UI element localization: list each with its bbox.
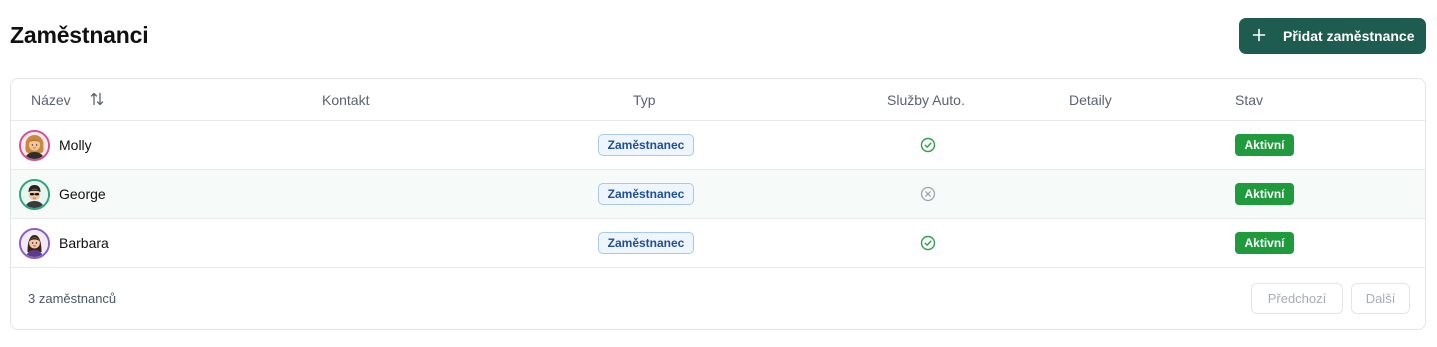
table-row[interactable]: Barbara Zaměstnanec Aktivní xyxy=(11,219,1425,268)
type-badge: Zaměstnanec xyxy=(598,232,694,254)
avatar-molly-icon xyxy=(21,132,48,159)
avatar xyxy=(19,179,50,210)
x-circle-icon xyxy=(920,186,936,202)
column-type: Typ xyxy=(633,92,656,108)
table-row[interactable]: George Zaměstnanec Aktivní xyxy=(11,170,1425,219)
status-badge: Aktivní xyxy=(1235,134,1294,156)
check-circle-icon xyxy=(920,235,936,251)
employee-count: 3 zaměstnanců xyxy=(28,291,117,306)
sort-arrows-icon[interactable] xyxy=(89,91,105,107)
column-name[interactable]: Název xyxy=(31,92,71,108)
employee-name[interactable]: Molly xyxy=(59,137,92,153)
column-status: Stav xyxy=(1235,92,1264,108)
column-details: Detaily xyxy=(1069,92,1112,108)
table-header: Název Kontakt Typ Služby Auto. Detaily S… xyxy=(11,79,1425,121)
table-row[interactable]: Molly Zaměstnanec Aktivní xyxy=(11,121,1425,170)
avatar xyxy=(19,130,50,161)
add-employee-label: Přidat zaměstnance xyxy=(1283,28,1415,44)
next-page-button[interactable]: Další xyxy=(1351,283,1410,314)
status-badge: Aktivní xyxy=(1235,183,1294,205)
employee-name[interactable]: Barbara xyxy=(59,235,109,251)
employees-table: Název Kontakt Typ Služby Auto. Detaily S… xyxy=(10,78,1426,330)
status-badge: Aktivní xyxy=(1235,232,1294,254)
type-badge: Zaměstnanec xyxy=(598,134,694,156)
page-title: Zaměstnanci xyxy=(10,22,149,48)
column-services-auto: Služby Auto. xyxy=(887,92,965,108)
employee-name[interactable]: George xyxy=(59,186,106,202)
avatar xyxy=(19,228,50,259)
avatar-barbara-icon xyxy=(21,230,48,257)
plus-icon xyxy=(1252,28,1266,42)
add-employee-button[interactable]: Přidat zaměstnance xyxy=(1239,18,1426,54)
previous-page-button[interactable]: Předchozí xyxy=(1251,283,1343,314)
column-contact: Kontakt xyxy=(322,92,370,108)
avatar-george-icon xyxy=(21,181,48,208)
check-circle-icon xyxy=(920,137,936,153)
type-badge: Zaměstnanec xyxy=(598,183,694,205)
